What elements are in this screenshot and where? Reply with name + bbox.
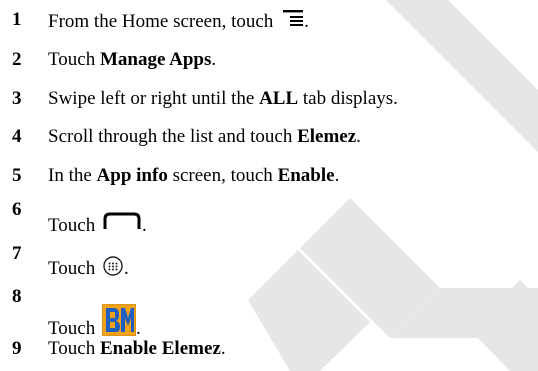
step-text: Swipe left or right until the ALL tab di… [48, 88, 398, 110]
step-1: 1 From the Home screen, touch . [0, 9, 538, 39]
step-text-pre: Touch [48, 215, 100, 236]
step-text: From the Home screen, touch . [48, 9, 309, 33]
step-text-mid: screen, touch [167, 165, 278, 186]
step-2: 2 Touch Manage Apps. [0, 49, 538, 79]
step-text-pre: Touch [48, 318, 100, 339]
step-text-post: . [211, 49, 217, 70]
step-number: 4 [12, 126, 22, 147]
step-text: Scroll through the list and touch Elemez… [48, 126, 361, 148]
step-text-bold: Elemez [297, 126, 357, 147]
step-text-post: tab displays. [298, 88, 398, 109]
step-text-pre: In the [48, 165, 97, 186]
step-8: 8 Touch . [0, 286, 538, 339]
step-text-pre: Swipe left or right until the [48, 88, 260, 109]
step-text-post: . [135, 318, 141, 339]
step-text-bold: ALL [259, 88, 299, 109]
menu-icon [283, 10, 304, 26]
step-text-pre: Touch [48, 338, 100, 359]
step-text-bold: Enable [277, 165, 335, 186]
step-text: Touch Manage Apps. [48, 49, 216, 71]
step-number: 7 [12, 243, 22, 264]
step-number: 1 [12, 9, 22, 30]
step-text-bold: Manage Apps [99, 49, 212, 70]
step-text-bold: App info [96, 165, 168, 186]
step-text-pre: From the Home screen, touch [48, 11, 274, 32]
step-text: Touch Enable Elemez. [48, 338, 226, 360]
step-number: 3 [12, 88, 22, 109]
step-7: 7 Touch . [0, 243, 538, 279]
step-3: 3 Swipe left or right until the ALL tab … [0, 88, 538, 118]
step-number: 6 [12, 199, 22, 220]
step-text-post: . [123, 258, 129, 279]
step-number: 8 [12, 286, 22, 307]
step-text-pre: Touch [48, 258, 100, 279]
step-text: In the App info screen, touch Enable. [48, 165, 339, 187]
step-text-post: . [304, 11, 309, 32]
step-text-bold: Enable Elemez [99, 338, 221, 359]
step-text-post: . [334, 165, 340, 186]
elemez-app-icon [101, 304, 136, 336]
step-number: 9 [12, 338, 22, 359]
step-text-post: . [141, 215, 147, 236]
step-text-post: . [220, 338, 226, 359]
step-text-pre: Scroll through the list and touch [48, 126, 298, 147]
step-text: Touch . [48, 304, 141, 340]
step-text-post: . [356, 126, 361, 147]
step-text-pre: Touch [48, 49, 100, 70]
step-text: Touch . [48, 255, 129, 280]
step-text: Touch . [48, 211, 147, 237]
step-number: 5 [12, 165, 22, 186]
step-6: 6 Touch . [0, 199, 538, 237]
all-apps-icon [103, 256, 123, 276]
step-9: 9 Touch Enable Elemez. [0, 338, 538, 368]
step-5: 5 In the App info screen, touch Enable. [0, 165, 538, 195]
step-number: 2 [12, 49, 22, 70]
step-4: 4 Scroll through the list and touch Elem… [0, 126, 538, 156]
home-icon [103, 212, 141, 229]
instruction-steps: 1 From the Home screen, touch . 2 Touch … [0, 0, 538, 371]
